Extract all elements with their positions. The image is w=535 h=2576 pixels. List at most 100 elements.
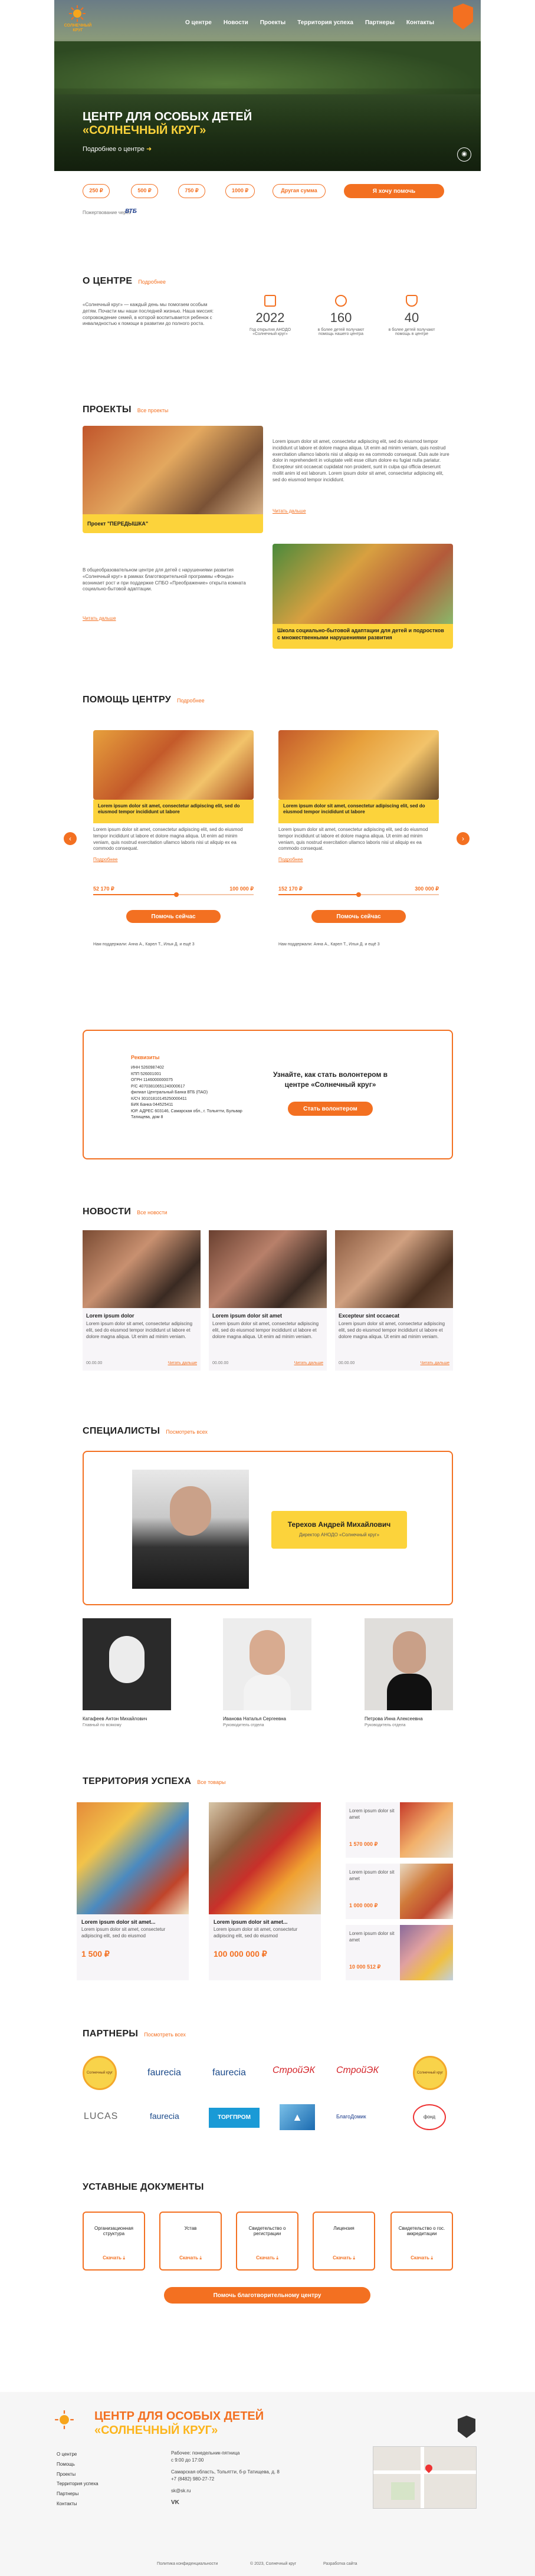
product-card-1[interactable]: Lorem ipsum dolor sit amet... Lorem ipsu… bbox=[77, 1802, 189, 1980]
help-now-button-2[interactable]: Помочь сейчас bbox=[311, 910, 406, 923]
partner-logo-8[interactable]: faurecia bbox=[150, 2111, 179, 2121]
footer-link-success[interactable]: Территория успеха bbox=[57, 2479, 99, 2489]
helpers-1: Нам поддержали: Анна А., Карел Т., Илья … bbox=[93, 942, 195, 947]
amount-1000[interactable]: 1000 ₽ bbox=[225, 184, 255, 198]
progress-dot-2[interactable] bbox=[356, 892, 361, 897]
news-more-3[interactable]: Читать дальше bbox=[421, 1361, 449, 1365]
vk-icon[interactable]: VK bbox=[171, 2498, 289, 2507]
project-more-2[interactable]: Читать дальше bbox=[83, 616, 116, 621]
about-title: О ЦЕНТРЕ bbox=[83, 276, 133, 286]
doc-card-2[interactable]: Устав Скачать ⤓ bbox=[159, 2212, 222, 2271]
partner-logo-6[interactable]: Солнечный круг bbox=[413, 2056, 447, 2090]
project-more-1[interactable]: Читать дальше bbox=[273, 508, 306, 514]
director-role: Директор АНОДО «Солнечный круг» bbox=[298, 1532, 380, 1537]
specialist-2[interactable]: Иванова Наталья Сергеевна Руководитель о… bbox=[223, 1618, 311, 1736]
partner-logo-12[interactable]: фонд bbox=[413, 2104, 446, 2130]
requisites-box: Реквизиты ИНН 5260987402 КПП 526001001 О… bbox=[83, 1030, 453, 1159]
footer-map[interactable] bbox=[373, 2446, 477, 2509]
amount-250[interactable]: 250 ₽ bbox=[83, 184, 110, 198]
partners-all-link[interactable]: Посмотреть всех bbox=[144, 2032, 186, 2038]
partner-logo-4[interactable]: СтройЭК bbox=[273, 2065, 315, 2076]
specialists-all-link[interactable]: Посмотреть всех bbox=[166, 1429, 208, 1435]
doc-download[interactable]: Скачать ⤓ bbox=[84, 2255, 144, 2261]
product-card-2[interactable]: Lorem ipsum dolor sit amet... Lorem ipsu… bbox=[209, 1802, 321, 1980]
carousel-next[interactable]: › bbox=[457, 832, 470, 845]
director-name: Терехов Андрей Михайлович bbox=[287, 1520, 391, 1529]
specialist-1[interactable]: Катафеев Антон Михайлович Главный по вся… bbox=[83, 1618, 171, 1736]
help-center-cta[interactable]: Помочь благотворительному центру bbox=[164, 2287, 370, 2304]
news-more-1[interactable]: Читать дальше bbox=[168, 1361, 197, 1365]
footer-copyright: © 2023, Солнечный круг bbox=[250, 2562, 297, 2566]
volunteer-button[interactable]: Стать волонтером bbox=[288, 1102, 373, 1116]
amount-750[interactable]: 750 ₽ bbox=[178, 184, 205, 198]
news-more-2[interactable]: Читать дальше bbox=[294, 1361, 323, 1365]
partner-logo-10[interactable]: ▲ bbox=[280, 2104, 315, 2130]
news-card-2[interactable]: Lorem ipsum dolor sit amet Lorem ipsum d… bbox=[209, 1230, 327, 1371]
news-all-link[interactable]: Все новости bbox=[137, 1210, 167, 1215]
help-more-2[interactable]: Подробнее bbox=[278, 857, 439, 862]
footer-link-projects[interactable]: Проекты bbox=[57, 2470, 99, 2480]
footer-emblem-icon bbox=[458, 2416, 475, 2438]
nav-item-success[interactable]: Территория успеха bbox=[297, 19, 353, 26]
nav-item-about[interactable]: О центре bbox=[185, 19, 212, 26]
help-button[interactable]: Я хочу помочь bbox=[344, 184, 444, 198]
help-now-button-1[interactable]: Помочь сейчас bbox=[126, 910, 221, 923]
doc-card-5[interactable]: Свидетельство о гос. аккредитации Скачать… bbox=[390, 2212, 453, 2271]
footer-email[interactable]: sk@sk.ru bbox=[171, 2488, 289, 2495]
nav-item-partners[interactable]: Партнеры bbox=[365, 19, 395, 26]
mini-product-3[interactable]: Lorem ipsum dolor sit amet 10 000 512 ₽ bbox=[346, 1925, 453, 1980]
mini-product-1[interactable]: Lorem ipsum dolor sit amet 1 570 000 ₽ bbox=[346, 1802, 453, 1858]
progress-fill-1 bbox=[93, 894, 177, 895]
logo[interactable]: СОЛНЕЧНЫЙ КРУГ bbox=[60, 5, 96, 35]
eye-icon[interactable]: ◉ bbox=[457, 147, 471, 162]
mini-price-3: 10 000 512 ₽ bbox=[349, 1964, 381, 1970]
footer-logo[interactable] bbox=[54, 2410, 78, 2433]
bank-logo[interactable]: ВТБ bbox=[125, 208, 137, 215]
doc-card-1[interactable]: Организационная структура Скачать ⤓ bbox=[83, 2212, 145, 2271]
project-card-2[interactable]: Школа социально-бытовой адаптации для де… bbox=[273, 544, 453, 649]
news-text-1: Lorem ipsum dolor sit amet, consectetur … bbox=[86, 1321, 193, 1339]
success-all-link[interactable]: Все товары bbox=[197, 1779, 225, 1785]
nav-item-news[interactable]: Новости bbox=[224, 19, 248, 26]
doc-card-3[interactable]: Свидетельство о регистрации Скачать ⤓ bbox=[236, 2212, 298, 2271]
nav-item-projects[interactable]: Проекты bbox=[260, 19, 285, 26]
news-card-3[interactable]: Excepteur sint occaecat Lorem ipsum dolo… bbox=[335, 1230, 453, 1371]
doc-download[interactable]: Скачать ⤓ bbox=[392, 2255, 452, 2261]
doc-download[interactable]: Скачать ⤓ bbox=[314, 2255, 374, 2261]
footer-link-contacts[interactable]: Контакты bbox=[57, 2499, 99, 2509]
carousel-prev[interactable]: ‹ bbox=[64, 832, 77, 845]
mini-product-2[interactable]: Lorem ipsum dolor sit amet 1 000 000 ₽ bbox=[346, 1864, 453, 1919]
footer-link-about[interactable]: О центре bbox=[57, 2450, 99, 2460]
footer-phone[interactable]: +7 (8482) 980-27-72 bbox=[171, 2476, 289, 2483]
partner-logo-9[interactable]: ТОРГПРОМ bbox=[209, 2108, 260, 2128]
partner-logo-5[interactable]: СтройЭК bbox=[336, 2065, 379, 2076]
help-more-1[interactable]: Подробнее bbox=[93, 857, 254, 862]
specialist-3[interactable]: Петрова Инна Алексеевна Руководитель отд… bbox=[365, 1618, 453, 1736]
news-card-1[interactable]: Lorem ipsum dolor Lorem ipsum dolor sit … bbox=[83, 1230, 201, 1371]
footer-link-help[interactable]: Помощь bbox=[57, 2460, 99, 2470]
news-heading: НОВОСТИ Все новости bbox=[83, 1207, 167, 1217]
partner-logo-1[interactable]: Солнечный круг bbox=[83, 2056, 117, 2090]
footer-privacy[interactable]: Политика конфиденциальности bbox=[157, 2562, 218, 2566]
doc-download[interactable]: Скачать ⤓ bbox=[237, 2255, 297, 2261]
progress-dot-1[interactable] bbox=[174, 892, 179, 897]
footer-made[interactable]: Разработка сайта bbox=[323, 2562, 357, 2566]
doc-card-4[interactable]: Лицензия Скачать ⤓ bbox=[313, 2212, 375, 2271]
product-price-1: 1 500 ₽ bbox=[81, 1949, 110, 1959]
doc-download[interactable]: Скачать ⤓ bbox=[160, 2255, 221, 2261]
help-goal-2: 300 000 ₽ bbox=[415, 886, 439, 892]
stat-value: 160 bbox=[330, 310, 352, 325]
footer-link-partners[interactable]: Партнеры bbox=[57, 2489, 99, 2499]
partner-logo-7[interactable]: LUCAS bbox=[84, 2111, 118, 2122]
nav-item-contacts[interactable]: Контакты bbox=[406, 19, 434, 26]
help-more-link[interactable]: Подробнее bbox=[177, 698, 205, 704]
amount-500[interactable]: 500 ₽ bbox=[131, 184, 158, 198]
partner-logo-2[interactable]: faurecia bbox=[147, 2068, 181, 2078]
projects-all-link[interactable]: Все проекты bbox=[137, 408, 169, 413]
about-more-link[interactable]: Подробнее bbox=[138, 279, 166, 285]
project-card-1[interactable]: Проект "ПЕРЕДЫШКА" bbox=[83, 426, 263, 533]
partner-logo-3[interactable]: faurecia bbox=[212, 2068, 246, 2078]
partner-logo-11[interactable]: БлагоДомик bbox=[336, 2114, 366, 2120]
hero-more-link[interactable]: Подробнее о центре ➜ bbox=[83, 145, 152, 153]
amount-other[interactable]: Другая сумма bbox=[273, 184, 326, 198]
